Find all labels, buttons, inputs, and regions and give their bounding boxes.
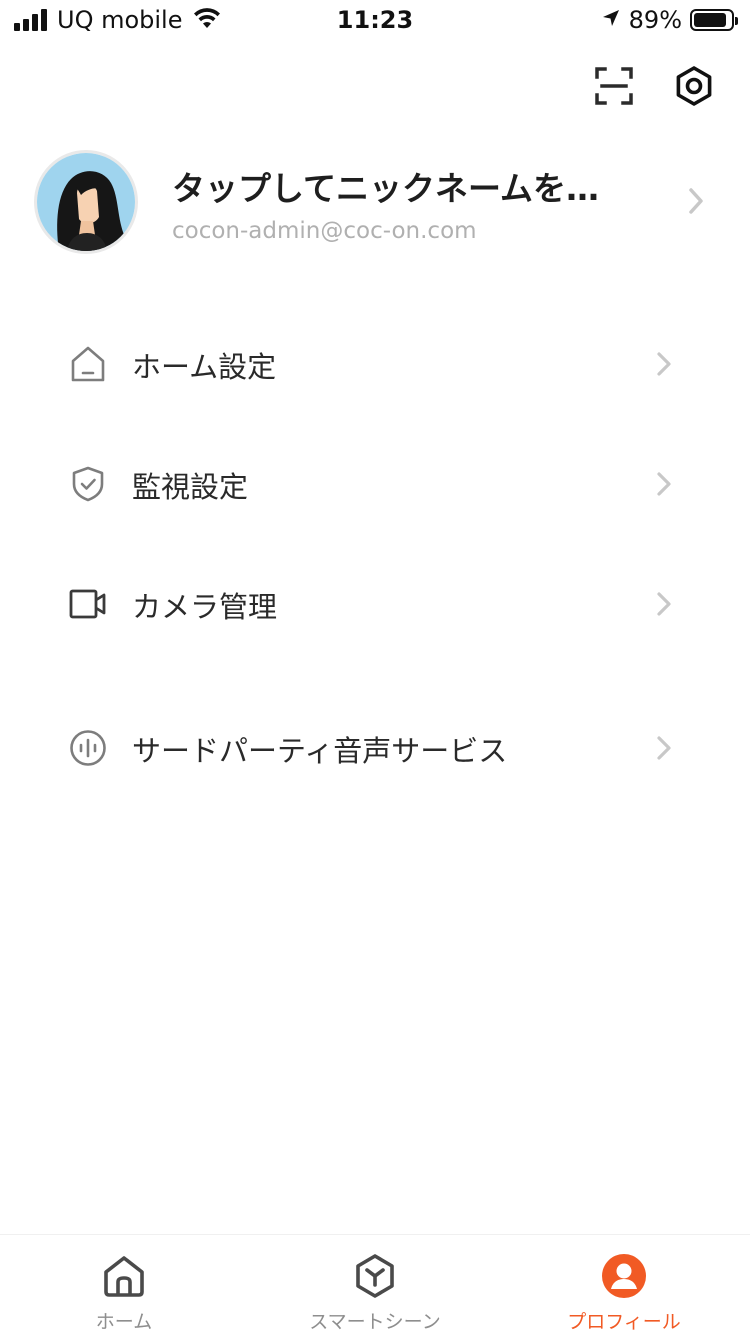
voice-wave-icon [68,728,108,768]
tab-label: スマートシーン [309,1311,441,1333]
shield-check-icon [68,464,108,504]
avatar[interactable] [34,150,138,254]
tab-profile[interactable]: プロフィール [554,1235,694,1334]
profile-header[interactable]: タップしてニックネームを… cocon-admin@coc-on.com [0,148,750,260]
location-arrow-icon [601,8,621,32]
email-label: cocon-admin@coc-on.com [172,218,477,244]
home-outline-icon [68,344,108,384]
nickname-label[interactable]: タップしてニックネームを… [172,162,599,210]
chevron-right-icon [652,588,676,624]
battery-fill [694,13,727,27]
tab-label: ホーム [95,1311,153,1333]
battery-icon [690,9,738,31]
menu-item-monitoring-settings[interactable]: 監視設定 [0,442,750,526]
tab-smart-scene[interactable]: スマートシーン [300,1235,450,1334]
chevron-right-icon [684,184,708,222]
scan-button[interactable] [590,62,638,110]
menu-item-third-party-voice[interactable]: サードパーティ音声サービス [0,706,750,790]
menu-item-label: ホーム設定 [132,350,277,384]
battery-percent: 89% [628,6,682,34]
video-camera-icon [68,584,108,624]
status-right: 89% [601,6,738,34]
chevron-right-icon [652,348,676,384]
tab-label: プロフィール [567,1311,681,1333]
profile-screen: UQ mobile 11:23 89% タップしてニックネームを… cocon-… [0,0,750,1334]
menu-item-label: 監視設定 [132,470,249,504]
settings-hexagon-icon [676,66,712,106]
menu-item-home-settings[interactable]: ホーム設定 [0,322,750,406]
chevron-right-icon [652,732,676,768]
tab-home[interactable]: ホーム [64,1235,184,1334]
chevron-right-icon [652,468,676,504]
settings-button[interactable] [670,62,718,110]
home-icon [101,1253,147,1299]
battery-cap [735,17,738,25]
smart-scene-icon [352,1253,398,1299]
tab-bar: ホーム スマートシーン プロフィール [0,1234,750,1334]
menu-item-camera-management[interactable]: カメラ管理 [0,562,750,646]
menu-item-label: サードパーティ音声サービス [132,734,508,768]
status-bar: UQ mobile 11:23 89% [0,0,750,40]
scan-icon [595,67,633,105]
profile-icon [601,1253,647,1299]
menu-item-label: カメラ管理 [132,590,278,624]
